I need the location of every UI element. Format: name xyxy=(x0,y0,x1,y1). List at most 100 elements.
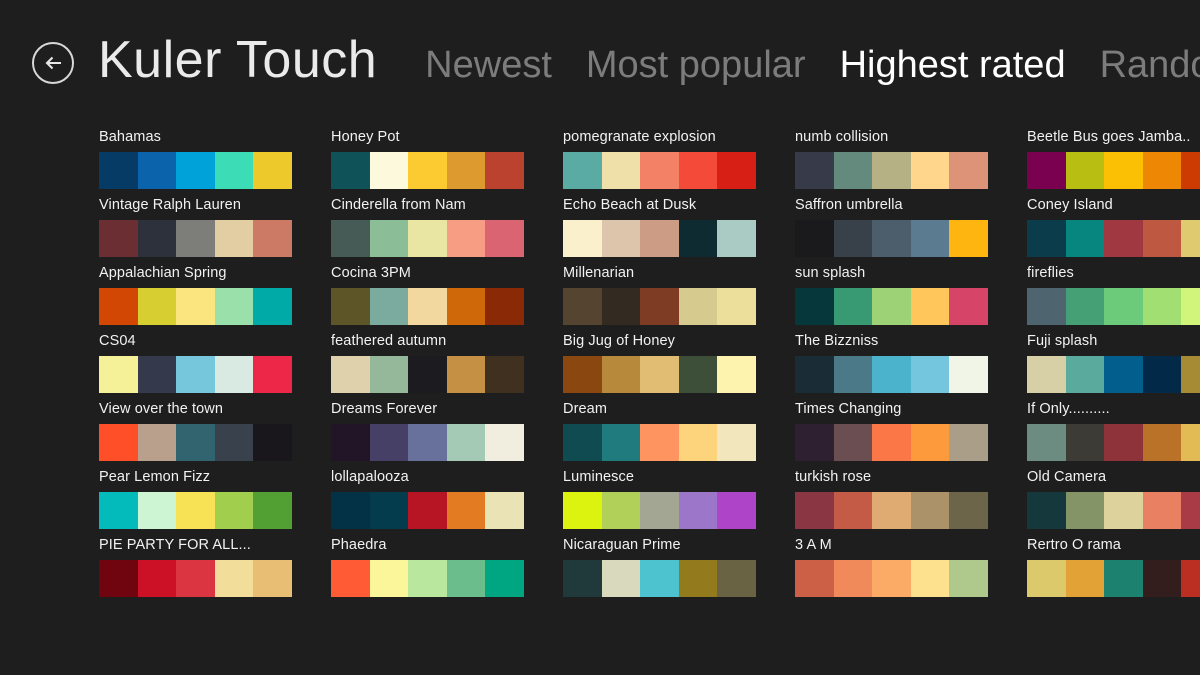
palette-card[interactable]: Honey Pot xyxy=(331,130,524,198)
color-swatch[interactable] xyxy=(176,220,215,257)
palette-card[interactable]: The Bizzniss xyxy=(795,334,988,402)
color-swatch[interactable] xyxy=(910,492,950,529)
color-swatch[interactable] xyxy=(795,356,834,393)
color-swatch[interactable] xyxy=(678,424,718,461)
color-swatch[interactable] xyxy=(563,356,602,393)
color-swatch[interactable] xyxy=(795,560,834,597)
color-swatch[interactable] xyxy=(485,152,524,189)
color-swatch[interactable] xyxy=(1181,152,1200,189)
color-swatch[interactable] xyxy=(872,288,911,325)
color-swatch[interactable] xyxy=(331,356,370,393)
color-swatch[interactable] xyxy=(833,356,873,393)
palette-card[interactable]: Millenarian xyxy=(563,266,756,334)
color-swatch[interactable] xyxy=(601,220,641,257)
color-swatch[interactable] xyxy=(717,152,756,189)
palette-card[interactable]: Echo Beach at Dusk xyxy=(563,198,756,266)
color-swatch[interactable] xyxy=(1181,492,1200,529)
palette-card[interactable]: 3 A M xyxy=(795,538,988,606)
color-swatch[interactable] xyxy=(1104,492,1143,529)
color-swatch[interactable] xyxy=(214,152,254,189)
palette-card[interactable]: turkish rose xyxy=(795,470,988,538)
color-swatch[interactable] xyxy=(563,492,602,529)
color-swatch[interactable] xyxy=(99,560,138,597)
color-swatch[interactable] xyxy=(408,288,447,325)
color-swatch[interactable] xyxy=(872,560,911,597)
color-swatch[interactable] xyxy=(910,424,950,461)
color-swatch[interactable] xyxy=(717,492,756,529)
color-swatch[interactable] xyxy=(446,288,486,325)
color-swatch[interactable] xyxy=(176,560,215,597)
color-swatch[interactable] xyxy=(1104,356,1143,393)
palette-card[interactable]: If Only.......... xyxy=(1027,402,1200,470)
color-swatch[interactable] xyxy=(678,288,718,325)
color-swatch[interactable] xyxy=(833,424,873,461)
color-swatch[interactable] xyxy=(1142,356,1182,393)
color-swatch[interactable] xyxy=(214,492,254,529)
color-swatch[interactable] xyxy=(253,220,292,257)
color-swatch[interactable] xyxy=(253,356,292,393)
color-swatch[interactable] xyxy=(176,424,215,461)
color-swatch[interactable] xyxy=(949,560,988,597)
color-swatch[interactable] xyxy=(1065,288,1105,325)
color-swatch[interactable] xyxy=(910,288,950,325)
color-swatch[interactable] xyxy=(563,220,602,257)
color-swatch[interactable] xyxy=(485,288,524,325)
color-swatch[interactable] xyxy=(640,492,679,529)
color-swatch[interactable] xyxy=(1065,560,1105,597)
color-swatch[interactable] xyxy=(1027,492,1066,529)
color-swatch[interactable] xyxy=(601,492,641,529)
palette-card[interactable]: View over the town xyxy=(99,402,292,470)
color-swatch[interactable] xyxy=(176,492,215,529)
color-swatch[interactable] xyxy=(1027,424,1066,461)
palette-card[interactable]: Big Jug of Honey xyxy=(563,334,756,402)
color-swatch[interactable] xyxy=(640,560,679,597)
palette-card[interactable]: Saffron umbrella xyxy=(795,198,988,266)
palette-card[interactable]: Pear Lemon Fizz xyxy=(99,470,292,538)
color-swatch[interactable] xyxy=(949,220,988,257)
palette-card[interactable]: Dreams Forever xyxy=(331,402,524,470)
color-swatch[interactable] xyxy=(601,152,641,189)
color-swatch[interactable] xyxy=(833,152,873,189)
color-swatch[interactable] xyxy=(910,560,950,597)
palette-card[interactable]: Coney Island xyxy=(1027,198,1200,266)
color-swatch[interactable] xyxy=(253,288,292,325)
color-swatch[interactable] xyxy=(563,152,602,189)
palette-card[interactable]: Cocina 3PM xyxy=(331,266,524,334)
color-swatch[interactable] xyxy=(717,560,756,597)
color-swatch[interactable] xyxy=(253,424,292,461)
color-swatch[interactable] xyxy=(1065,152,1105,189)
color-swatch[interactable] xyxy=(331,560,370,597)
color-swatch[interactable] xyxy=(1181,560,1200,597)
palette-card[interactable]: lollapalooza xyxy=(331,470,524,538)
color-swatch[interactable] xyxy=(99,356,138,393)
color-swatch[interactable] xyxy=(563,560,602,597)
color-swatch[interactable] xyxy=(1181,424,1200,461)
color-swatch[interactable] xyxy=(1104,424,1143,461)
color-swatch[interactable] xyxy=(872,220,911,257)
color-swatch[interactable] xyxy=(408,492,447,529)
color-swatch[interactable] xyxy=(137,560,177,597)
color-swatch[interactable] xyxy=(369,152,409,189)
palette-card[interactable]: Beetle Bus goes Jamba.. xyxy=(1027,130,1200,198)
color-swatch[interactable] xyxy=(717,288,756,325)
palette-card[interactable]: Cinderella from Nam xyxy=(331,198,524,266)
color-swatch[interactable] xyxy=(1181,288,1200,325)
color-swatch[interactable] xyxy=(640,288,679,325)
color-swatch[interactable] xyxy=(176,152,215,189)
palette-card[interactable]: Rertro O rama xyxy=(1027,538,1200,606)
color-swatch[interactable] xyxy=(369,424,409,461)
color-swatch[interactable] xyxy=(408,424,447,461)
back-button[interactable] xyxy=(32,42,74,84)
color-swatch[interactable] xyxy=(137,220,177,257)
color-swatch[interactable] xyxy=(795,424,834,461)
palette-card[interactable]: Vintage Ralph Lauren xyxy=(99,198,292,266)
color-swatch[interactable] xyxy=(678,220,718,257)
color-swatch[interactable] xyxy=(872,152,911,189)
color-swatch[interactable] xyxy=(1142,152,1182,189)
palette-card[interactable]: feathered autumn xyxy=(331,334,524,402)
tab-most-popular[interactable]: Most popular xyxy=(586,46,806,84)
color-swatch[interactable] xyxy=(910,356,950,393)
color-swatch[interactable] xyxy=(717,424,756,461)
palette-card[interactable]: Dream xyxy=(563,402,756,470)
palette-card[interactable]: Old Camera xyxy=(1027,470,1200,538)
